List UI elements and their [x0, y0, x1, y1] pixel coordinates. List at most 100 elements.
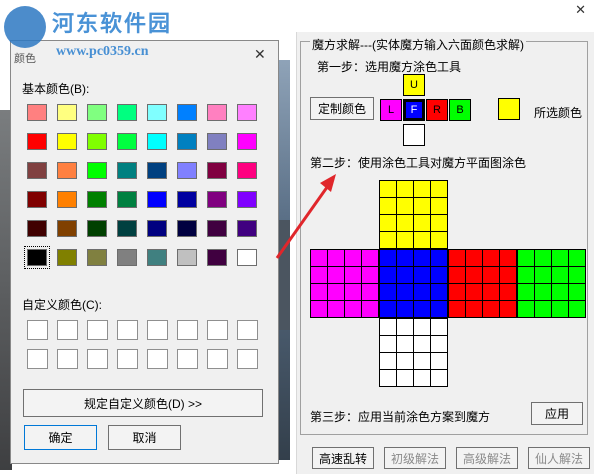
basic-color-swatch[interactable]: [87, 191, 107, 208]
basic-color-swatch[interactable]: [237, 104, 257, 121]
cube-facelet[interactable]: [552, 301, 568, 317]
ok-button[interactable]: 确定: [24, 425, 97, 450]
cube-facelet[interactable]: [397, 301, 413, 317]
apply-button[interactable]: 应用: [531, 402, 583, 425]
cube-facelet[interactable]: [535, 250, 551, 266]
custom-color-slot[interactable]: [237, 320, 258, 340]
cube-facelet[interactable]: [380, 370, 396, 386]
cube-facelet[interactable]: [414, 284, 430, 300]
basic-color-swatch[interactable]: [117, 104, 137, 121]
cube-face-front[interactable]: [379, 249, 448, 318]
custom-color-slot[interactable]: [87, 320, 108, 340]
cube-facelet[interactable]: [397, 215, 413, 231]
cube-facelet[interactable]: [449, 284, 465, 300]
basic-color-swatch[interactable]: [237, 220, 257, 237]
basic-color-swatch[interactable]: [237, 133, 257, 150]
cube-face-back[interactable]: [517, 249, 586, 318]
cube-facelet[interactable]: [397, 319, 413, 335]
cube-facelet[interactable]: [500, 267, 516, 283]
tool-right[interactable]: R: [426, 99, 448, 121]
basic-color-swatch[interactable]: [147, 104, 167, 121]
cube-facelet[interactable]: [311, 284, 327, 300]
cube-facelet[interactable]: [535, 267, 551, 283]
cube-facelet[interactable]: [345, 301, 361, 317]
basic-color-swatch[interactable]: [177, 220, 197, 237]
tool-left[interactable]: L: [380, 99, 402, 121]
cube-facelet[interactable]: [552, 284, 568, 300]
cube-facelet[interactable]: [311, 301, 327, 317]
custom-color-slot[interactable]: [207, 320, 228, 340]
cube-facelet[interactable]: [535, 284, 551, 300]
basic-color-swatch[interactable]: [87, 162, 107, 179]
cube-facelet[interactable]: [431, 250, 447, 266]
cube-facelet[interactable]: [518, 301, 534, 317]
basic-color-swatch[interactable]: [57, 249, 77, 266]
basic-color-swatch[interactable]: [117, 249, 137, 266]
cube-facelet[interactable]: [414, 336, 430, 352]
cube-face-down[interactable]: [379, 318, 448, 387]
cube-facelet[interactable]: [500, 284, 516, 300]
close-icon[interactable]: ✕: [575, 2, 586, 18]
cube-facelet[interactable]: [569, 267, 585, 283]
basic-color-swatch[interactable]: [87, 220, 107, 237]
cube-facelet[interactable]: [345, 284, 361, 300]
basic-color-swatch[interactable]: [117, 133, 137, 150]
cube-facelet[interactable]: [414, 250, 430, 266]
cube-facelet[interactable]: [431, 319, 447, 335]
cube-facelet[interactable]: [380, 215, 396, 231]
cube-facelet[interactable]: [431, 301, 447, 317]
basic-color-swatch[interactable]: [24, 246, 50, 269]
basic-color-swatch[interactable]: [177, 162, 197, 179]
cube-facelet[interactable]: [397, 232, 413, 248]
cube-face-left[interactable]: [310, 249, 379, 318]
cube-facelet[interactable]: [380, 301, 396, 317]
custom-color-slot[interactable]: [237, 349, 258, 369]
scramble-button[interactable]: 高速乱转: [312, 447, 374, 469]
cube-facelet[interactable]: [328, 284, 344, 300]
basic-color-swatch[interactable]: [207, 220, 227, 237]
cube-facelet[interactable]: [380, 232, 396, 248]
cube-facelet[interactable]: [414, 370, 430, 386]
basic-color-swatch[interactable]: [117, 220, 137, 237]
cube-facelet[interactable]: [380, 336, 396, 352]
basic-color-swatch[interactable]: [147, 133, 167, 150]
cube-facelet[interactable]: [311, 267, 327, 283]
basic-color-swatch[interactable]: [177, 104, 197, 121]
cube-facelet[interactable]: [500, 301, 516, 317]
cube-facelet[interactable]: [466, 301, 482, 317]
basic-color-swatch[interactable]: [147, 249, 167, 266]
cube-facelet[interactable]: [362, 301, 378, 317]
cube-facelet[interactable]: [414, 301, 430, 317]
basic-color-swatch[interactable]: [177, 249, 197, 266]
cube-facelet[interactable]: [380, 319, 396, 335]
cube-facelet[interactable]: [518, 284, 534, 300]
cube-facelet[interactable]: [483, 301, 499, 317]
cube-facelet[interactable]: [569, 250, 585, 266]
cube-facelet[interactable]: [483, 284, 499, 300]
cube-facelet[interactable]: [380, 198, 396, 214]
basic-color-swatch[interactable]: [27, 133, 47, 150]
basic-color-swatch[interactable]: [207, 133, 227, 150]
custom-color-slot[interactable]: [147, 349, 168, 369]
cube-facelet[interactable]: [380, 250, 396, 266]
cube-facelet[interactable]: [431, 336, 447, 352]
cube-facelet[interactable]: [483, 250, 499, 266]
basic-color-swatch[interactable]: [207, 191, 227, 208]
cube-facelet[interactable]: [431, 370, 447, 386]
custom-color-slot[interactable]: [117, 349, 138, 369]
cube-facelet[interactable]: [552, 267, 568, 283]
cube-facelet[interactable]: [466, 267, 482, 283]
cube-facelet[interactable]: [380, 181, 396, 197]
basic-color-swatch[interactable]: [177, 191, 197, 208]
cube-facelet[interactable]: [397, 353, 413, 369]
basic-color-swatch[interactable]: [27, 220, 47, 237]
tool-front[interactable]: F: [403, 99, 425, 121]
basic-color-swatch[interactable]: [87, 104, 107, 121]
custom-color-slot[interactable]: [177, 320, 198, 340]
basic-color-swatch[interactable]: [237, 191, 257, 208]
cube-facelet[interactable]: [431, 181, 447, 197]
cube-facelet[interactable]: [466, 284, 482, 300]
cube-facelet[interactable]: [414, 319, 430, 335]
cube-facelet[interactable]: [328, 250, 344, 266]
basic-color-swatch[interactable]: [237, 162, 257, 179]
